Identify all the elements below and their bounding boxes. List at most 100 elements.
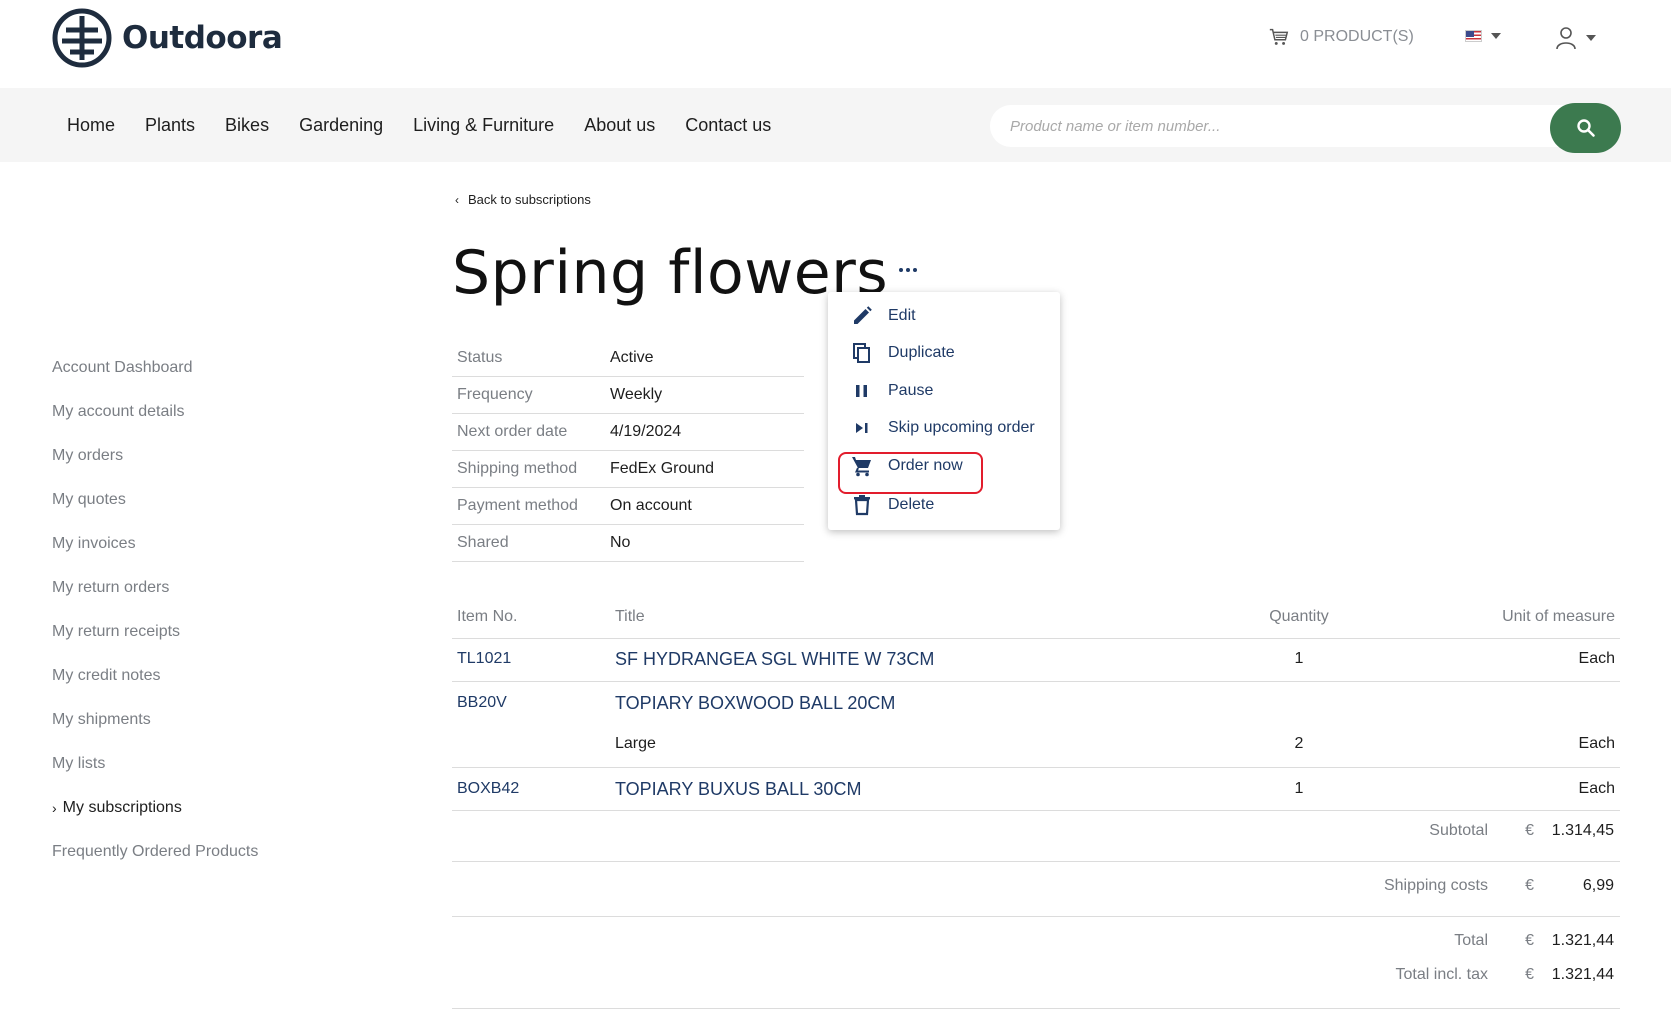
sidebar-item-label: My orders (52, 447, 124, 464)
column-header-title: Title (615, 608, 645, 625)
total-label: Total (1454, 932, 1488, 949)
column-header-item-no: Item No. (457, 608, 518, 625)
item-number-link[interactable]: TL1021 (457, 650, 511, 668)
sidebar-item-return-orders[interactable]: My return orders (52, 566, 352, 610)
item-title-link[interactable]: TOPIARY BUXUS BALL 30CM (615, 779, 861, 800)
nav-living-furniture[interactable]: Living & Furniture (413, 115, 554, 136)
menu-item-edit[interactable]: Edit (850, 301, 916, 331)
search-bar (990, 103, 1621, 153)
nav-plants[interactable]: Plants (145, 115, 195, 136)
sidebar-item-account-dashboard[interactable]: Account Dashboard (52, 346, 352, 390)
sidebar-item-return-receipts[interactable]: My return receipts (52, 610, 352, 654)
menu-item-pause[interactable]: Pause (850, 376, 933, 406)
more-actions-button[interactable] (896, 258, 920, 282)
sidebar-item-label: My lists (52, 755, 106, 772)
search-button[interactable] (1550, 103, 1621, 153)
sidebar-item-credit-notes[interactable]: My credit notes (52, 654, 352, 698)
sidebar-item-label: My account details (52, 403, 185, 420)
table-row: TL1021 SF HYDRANGEA SGL WHITE W 73CM 1 E… (452, 639, 1620, 682)
item-variant: Large (615, 735, 656, 752)
nav-home[interactable]: Home (67, 115, 115, 136)
menu-item-label: Pause (888, 382, 934, 399)
cart-button[interactable]: 0 PRODUCT(S) (1268, 26, 1414, 48)
language-selector[interactable] (1465, 30, 1501, 42)
column-header-quantity: Quantity (1269, 608, 1329, 625)
detail-row-payment-method: Payment method On account (452, 488, 804, 525)
account-sidebar: Account Dashboard My account details My … (52, 346, 352, 874)
chevron-left-icon: ‹ (455, 192, 459, 207)
menu-item-label: Order now (888, 457, 963, 474)
search-input[interactable] (1010, 105, 1530, 147)
sidebar-item-label: My return orders (52, 579, 170, 596)
sidebar-item-frequently-ordered[interactable]: Frequently Ordered Products (52, 830, 352, 874)
detail-label: Frequency (457, 386, 533, 403)
back-to-subscriptions-link[interactable]: ‹ Back to subscriptions (455, 192, 591, 207)
item-number-link[interactable]: BB20V (457, 694, 507, 712)
nav-gardening[interactable]: Gardening (299, 115, 383, 136)
skip-next-icon (856, 423, 868, 433)
pause-icon (856, 385, 867, 397)
menu-item-label: Duplicate (888, 344, 955, 361)
sidebar-item-label: My credit notes (52, 667, 161, 684)
sidebar-item-lists[interactable]: My lists (52, 742, 352, 786)
sidebar-item-subscriptions[interactable]: › My subscriptions (52, 786, 352, 830)
total-amount: 1.321,44 (1551, 932, 1614, 949)
sidebar-item-shipments[interactable]: My shipments (52, 698, 352, 742)
detail-row-shared: Shared No (452, 525, 804, 562)
menu-item-label: Skip upcoming order (888, 419, 1035, 436)
currency-symbol: € (1525, 877, 1534, 894)
brand-logo-icon (52, 8, 112, 68)
sidebar-item-invoices[interactable]: My invoices (52, 522, 352, 566)
item-number-link[interactable]: BOXB42 (457, 780, 519, 798)
brand-logo[interactable]: Outdoora (52, 8, 283, 68)
sidebar-item-label: Frequently Ordered Products (52, 843, 259, 860)
table-row: BB20V TOPIARY BOXWOOD BALL 20CM Large 2 … (452, 682, 1620, 768)
chevron-right-icon: › (52, 800, 57, 816)
total-incl-tax-row: Total incl. tax € 1.321,44 (452, 966, 1620, 988)
shipping-costs-label: Shipping costs (1383, 877, 1488, 894)
item-uom: Each (1578, 780, 1615, 797)
menu-item-delete[interactable]: Delete (850, 490, 934, 520)
pencil-icon (854, 306, 872, 324)
divider (452, 1008, 1620, 1009)
cart-count-label: 0 PRODUCT(S) (1300, 28, 1414, 45)
trash-icon (854, 495, 870, 516)
menu-item-duplicate[interactable]: Duplicate (850, 338, 955, 368)
detail-row-status: Status Active (452, 340, 804, 377)
sidebar-item-quotes[interactable]: My quotes (52, 478, 352, 522)
item-title-link[interactable]: TOPIARY BOXWOOD BALL 20CM (615, 693, 895, 714)
item-uom: Each (1578, 735, 1615, 752)
menu-item-skip-upcoming-order[interactable]: Skip upcoming order (850, 413, 1035, 443)
item-title-link[interactable]: SF HYDRANGEA SGL WHITE W 73CM (615, 649, 934, 670)
menu-item-order-now[interactable]: Order now (850, 451, 963, 481)
sidebar-item-orders[interactable]: My orders (52, 434, 352, 478)
shipping-costs-row: Shipping costs € 6,99 (452, 877, 1620, 899)
detail-label: Next order date (457, 423, 568, 440)
detail-label: Payment method (457, 497, 578, 514)
account-menu-button[interactable] (1555, 26, 1596, 50)
detail-label: Status (457, 349, 503, 366)
subscription-items-table: Item No. Title Quantity Unit of measure … (452, 596, 1620, 811)
nav-about-us[interactable]: About us (584, 115, 655, 136)
detail-row-shipping-method: Shipping method FedEx Ground (452, 451, 804, 488)
total-incl-tax-amount: 1.321,44 (1551, 966, 1614, 983)
divider (452, 861, 1620, 862)
detail-row-next-order-date: Next order date 4/19/2024 (452, 414, 804, 451)
dot (899, 268, 903, 272)
subtotal-row: Subtotal € 1.314,45 (452, 822, 1620, 844)
detail-value: On account (610, 497, 692, 514)
main-nav: Home Plants Bikes Gardening Living & Fur… (52, 88, 786, 162)
sidebar-item-account-details[interactable]: My account details (52, 390, 352, 434)
cart-icon (1269, 28, 1289, 45)
nav-contact-us[interactable]: Contact us (685, 115, 771, 136)
table-row: BOXB42 TOPIARY BUXUS BALL 30CM 1 Each (452, 768, 1620, 811)
subscription-details: Status Active Frequency Weekly Next order … (452, 340, 804, 562)
shipping-costs-amount: 6,99 (1582, 877, 1614, 894)
detail-value: 4/19/2024 (610, 423, 682, 440)
us-flag-icon (1465, 30, 1482, 42)
total-incl-tax-label: Total incl. tax (1395, 966, 1488, 983)
total-row: Total € 1.321,44 (452, 932, 1620, 954)
top-header: Outdoora 0 PRODUCT(S) (0, 0, 1671, 88)
nav-bikes[interactable]: Bikes (225, 115, 269, 136)
page-title: Spring flowers (452, 238, 889, 308)
